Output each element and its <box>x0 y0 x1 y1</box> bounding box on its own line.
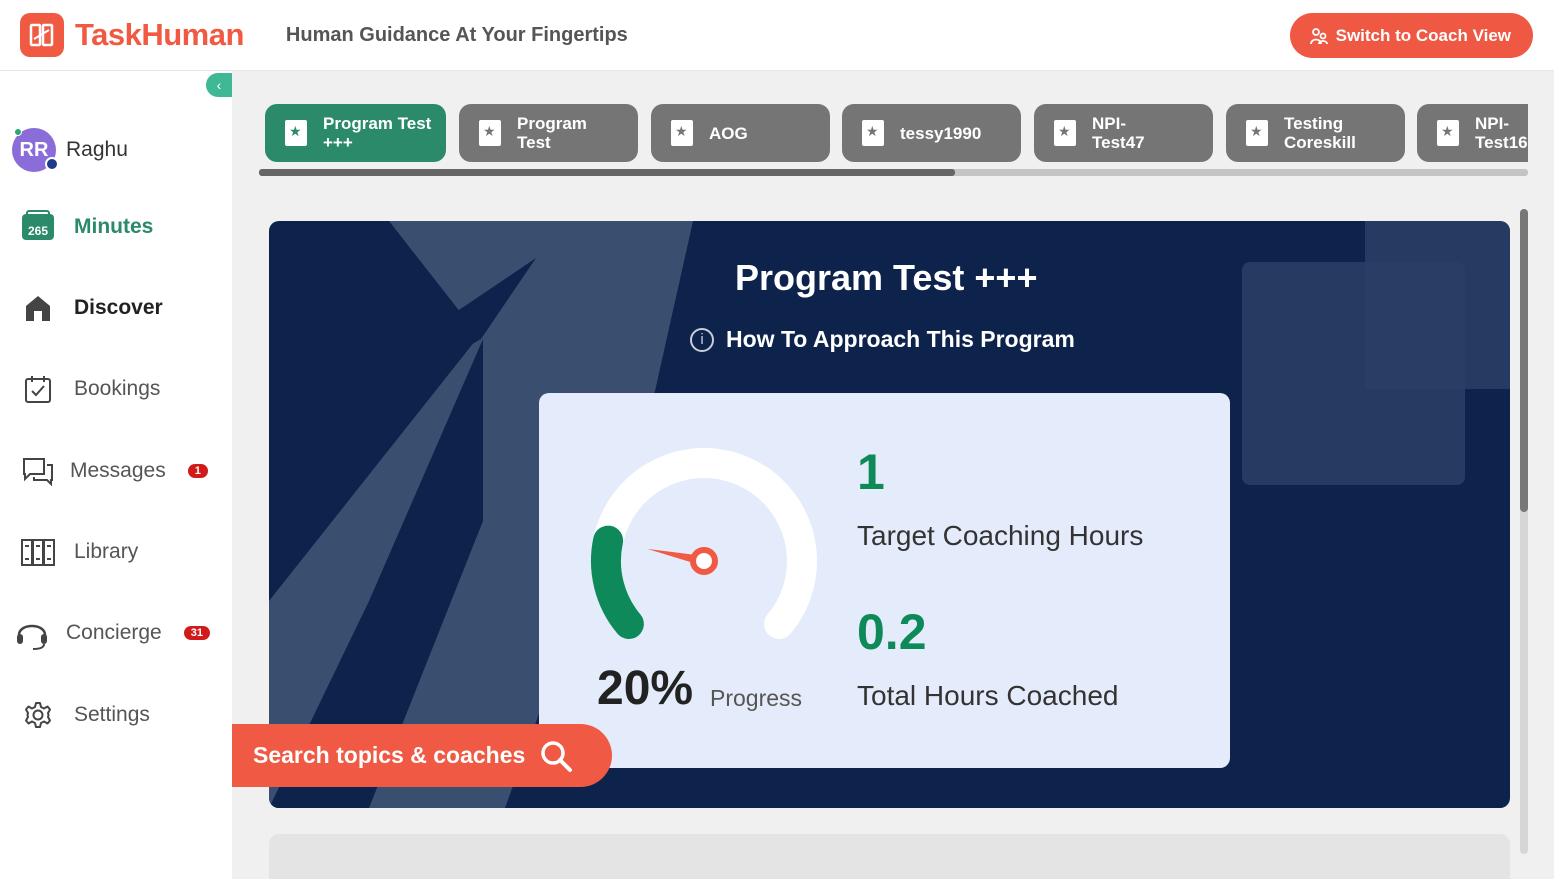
coached-hours-label: Total Hours Coached <box>857 680 1119 711</box>
progress-percent: 20% <box>597 662 694 715</box>
sidebar-item-discover[interactable]: Discover <box>20 288 163 328</box>
headset-icon <box>14 615 50 651</box>
tab-npi-test16[interactable]: NPI- Test16 <box>1417 104 1528 162</box>
tab-aog[interactable]: AOG <box>651 104 830 162</box>
user-profile[interactable]: RR Raghu <box>12 128 128 172</box>
chevron-left-icon: ‹ <box>216 77 222 93</box>
search-label: Search topics & coaches <box>253 742 526 768</box>
switch-to-coach-view-button[interactable]: Switch to Coach View <box>1289 13 1533 58</box>
user-name: Raghu <box>66 138 128 161</box>
sidebar-item-settings[interactable]: Settings <box>20 695 150 735</box>
minutes-count: 265 <box>27 224 49 238</box>
sidebar: ‹ RR Raghu 265 Minutes Discover Bookings… <box>0 71 232 879</box>
info-icon: i <box>690 327 714 352</box>
tab-label: Testing Coreskill <box>1284 114 1356 152</box>
tagline: Human Guidance At Your Fingertips <box>285 23 628 46</box>
coach-icon <box>1309 27 1328 44</box>
tab-program-test-plus[interactable]: Program Test +++ <box>265 104 446 162</box>
sidebar-item-messages[interactable]: Messages 1 <box>20 451 208 491</box>
online-status-icon <box>14 128 22 136</box>
decorative-square <box>1365 221 1510 389</box>
progress-card: 20% Progress 1 Target Coaching Hours 0.2… <box>539 393 1230 768</box>
logo-icon <box>20 13 64 57</box>
tab-testing-coreskill[interactable]: Testing Coreskill <box>1226 104 1405 162</box>
tab-program-test[interactable]: Program Test <box>459 104 638 162</box>
sidebar-item-label: Messages <box>70 459 166 482</box>
messages-count-badge: 1 <box>187 464 208 478</box>
gear-icon <box>20 697 56 733</box>
avatar: RR <box>12 128 59 172</box>
tab-npi-test47[interactable]: NPI- Test47 <box>1034 104 1213 162</box>
sidebar-item-minutes[interactable]: 265 Minutes <box>20 207 153 247</box>
how-to-approach-link[interactable]: i How To Approach This Program <box>690 326 1075 353</box>
program-star-icon <box>1054 120 1076 146</box>
tab-label: NPI- Test47 <box>1092 114 1145 152</box>
program-hero-card: Program Test +++ i How To Approach This … <box>269 221 1510 808</box>
search-topics-button[interactable]: Search topics & coaches <box>232 724 612 787</box>
sidebar-item-label: Settings <box>74 703 150 726</box>
tab-tessy1990[interactable]: tessy1990 <box>842 104 1021 162</box>
avatar-initials: RR <box>19 138 49 161</box>
program-star-icon <box>1246 120 1268 146</box>
sidebar-item-bookings[interactable]: Bookings <box>20 369 160 409</box>
tabs-scrollbar[interactable] <box>259 169 1528 176</box>
program-title: Program Test +++ <box>735 257 1038 298</box>
award-badge-icon <box>45 157 59 171</box>
program-star-icon <box>1437 120 1459 146</box>
how-to-approach-label: How To Approach This Program <box>726 326 1075 352</box>
program-star-icon <box>862 120 884 146</box>
sidebar-item-label: Minutes <box>74 215 154 238</box>
tabs-scrollbar-thumb[interactable] <box>259 169 955 176</box>
coach-view-label: Switch to Coach View <box>1335 25 1511 45</box>
target-hours-value: 1 <box>857 444 885 500</box>
top-header: TaskHuman Human Guidance At Your Fingert… <box>0 0 1554 71</box>
tab-label: tessy1990 <box>900 123 982 143</box>
search-icon <box>541 740 573 772</box>
calendar-check-icon <box>20 371 56 407</box>
sidebar-item-library[interactable]: Library <box>20 532 138 572</box>
gauge-fill <box>591 525 644 639</box>
sidebar-item-label: Library <box>74 540 139 563</box>
program-tabs: Program Test +++ Program Test AOG tessy1… <box>265 104 1528 164</box>
program-star-icon <box>285 120 307 146</box>
tab-label: AOG <box>709 123 748 143</box>
tab-label: Program Test +++ <box>323 114 432 152</box>
next-section-card <box>269 834 1510 879</box>
progress-label: Progress <box>710 685 803 711</box>
taskhuman-logo[interactable]: TaskHuman <box>20 13 244 57</box>
gauge-track <box>591 448 817 639</box>
concierge-count-badge: 31 <box>183 626 210 640</box>
tab-label: Program Test <box>517 114 587 152</box>
page-scrollbar[interactable] <box>1520 209 1528 854</box>
sidebar-item-label: Concierge <box>66 621 162 644</box>
logo-text: TaskHuman <box>75 17 244 52</box>
program-star-icon <box>671 120 693 146</box>
target-hours-label: Target Coaching Hours <box>857 520 1144 551</box>
sidebar-item-label: Bookings <box>74 377 161 400</box>
page-scrollbar-thumb[interactable] <box>1520 209 1528 512</box>
collapse-sidebar-button[interactable]: ‹ <box>206 73 232 97</box>
program-star-icon <box>479 120 501 146</box>
tab-label: NPI- Test16 <box>1475 114 1528 152</box>
chat-icon <box>20 453 56 489</box>
home-icon <box>20 290 56 326</box>
progress-gauge <box>591 448 817 639</box>
sidebar-item-concierge[interactable]: Concierge 31 <box>14 613 210 653</box>
coached-hours-value: 0.2 <box>857 604 927 660</box>
gauge-pivot <box>690 547 718 575</box>
library-icon <box>20 534 56 570</box>
sidebar-item-label: Discover <box>74 296 163 319</box>
calendar-minutes-icon: 265 <box>22 210 54 240</box>
